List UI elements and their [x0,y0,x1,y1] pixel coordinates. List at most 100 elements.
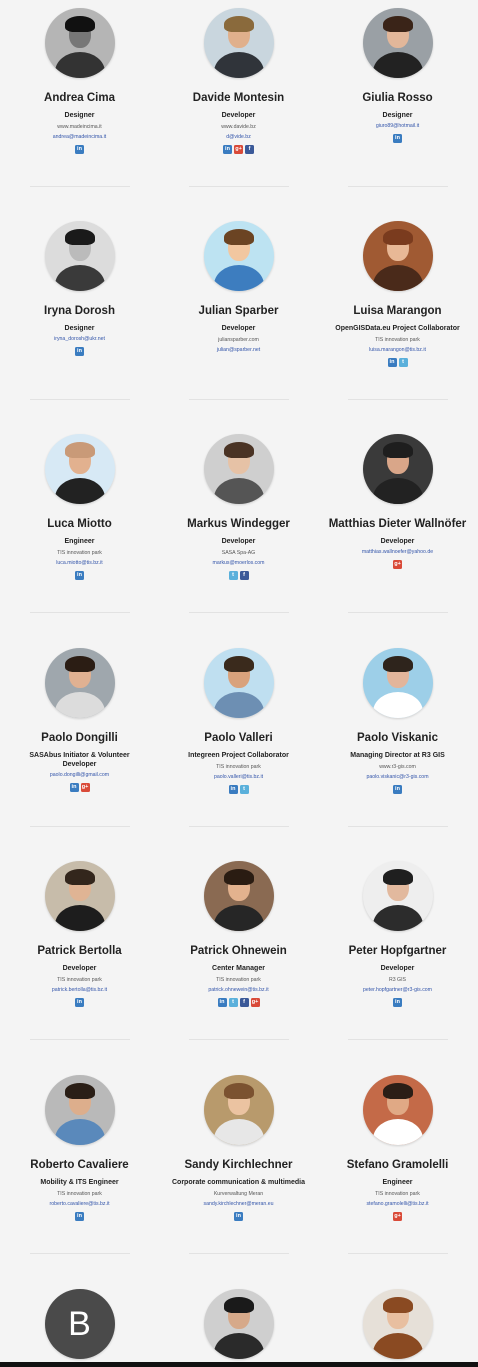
member-email-link[interactable]: giuro89@hotmail.it [318,123,477,130]
member-email-link[interactable]: luisa.marangon@tis.bz.it [318,347,477,354]
member-website[interactable]: www.davide.bz [159,124,318,131]
linkedin-icon[interactable]: in [393,134,402,143]
divider [30,612,130,613]
linkedin-icon[interactable]: in [223,145,232,154]
avatar[interactable] [44,861,115,931]
google-plus-icon[interactable]: g+ [80,783,90,792]
avatar[interactable] [44,1075,115,1145]
avatar[interactable] [203,1075,274,1145]
google-plus-icon[interactable]: g+ [250,998,260,1007]
member-email-link[interactable]: sandy.kirchlechner@meran.eu [159,1201,318,1208]
google-plus-icon[interactable]: g+ [393,1212,402,1221]
twitter-icon[interactable]: t [398,358,408,367]
avatar[interactable] [362,8,433,78]
divider [30,399,130,400]
avatar[interactable] [203,434,274,504]
linkedin-icon[interactable]: in [75,347,84,356]
linkedin-icon[interactable]: in [75,998,84,1007]
linkedin-icon[interactable]: in [75,1212,84,1221]
avatar-hair [382,442,413,458]
avatar[interactable] [362,221,433,291]
member-email-link[interactable]: peter.hopfgartner@r3-gis.com [318,987,477,994]
member-role: Designer [382,112,413,119]
linkedin-icon[interactable]: in [228,785,238,794]
google-plus-icon[interactable]: g+ [234,145,243,154]
avatar[interactable] [203,221,274,291]
twitter-icon[interactable]: t [239,785,249,794]
member-email-link[interactable]: paolo.viskanic@r3-gis.com [318,774,477,781]
avatar[interactable] [362,1075,433,1145]
member-email-link[interactable]: d@vide.bz [159,134,318,141]
member-name: Patrick Bertolla [37,945,122,957]
avatar[interactable] [362,648,433,718]
member-email-link[interactable]: roberto.cavaliere@tis.bz.it [0,1201,159,1208]
avatar[interactable]: B [44,1289,115,1359]
member-website[interactable]: www.r3-gis.com [318,764,477,771]
member-email-link[interactable]: markus@moerlos.com [159,560,318,567]
avatar-body [54,692,105,718]
linkedin-icon[interactable]: in [75,145,84,154]
divider [189,186,289,187]
facebook-icon[interactable]: f [245,145,254,154]
avatar[interactable] [44,434,115,504]
twitter-icon[interactable]: t [228,571,238,580]
linkedin-icon[interactable]: in [393,785,402,794]
member-name: Matthias Dieter Wallnöfer [328,518,467,530]
member-email-link[interactable]: luca.miotto@tis.bz.it [0,560,159,567]
member-role: Engineer [382,1179,413,1186]
avatar[interactable] [203,1289,274,1359]
member-organization: TIS innovation park [216,764,261,770]
avatar-hair [223,229,254,245]
team-member-card: Paolo Valleri Integreen Project Collabora… [159,648,318,794]
avatar-hair [223,442,254,458]
linkedin-icon[interactable]: in [75,571,84,580]
facebook-icon[interactable]: f [239,571,249,580]
member-email-link[interactable]: paolo.dongilli@gmail.com [0,772,159,779]
avatar-body [372,478,423,504]
member-website[interactable]: www.madeincima.it [0,124,159,131]
team-member-card: Patrick Ohnewein Center Manager TIS innova… [159,861,318,1007]
member-email-link[interactable]: patrick.bertolla@tis.bz.it [0,987,159,994]
member-organization: Kurverwaltung Meran [213,1191,264,1197]
avatar[interactable] [362,1289,433,1359]
divider [30,1039,130,1040]
avatar[interactable] [203,861,274,931]
avatar[interactable] [203,8,274,78]
member-email-link[interactable]: patrick.ohnewein@tis.bz.it [159,987,318,994]
member-name: Paolo Dongilli [41,732,118,744]
avatar[interactable] [44,8,115,78]
linkedin-icon[interactable]: in [387,358,397,367]
team-member-card: Stefano Gramolelli Engineer TIS innovation… [318,1075,477,1221]
member-email-link[interactable]: stefano.gramolelli@tis.bz.it [318,1201,477,1208]
social-links: in [0,145,159,154]
google-plus-icon[interactable]: g+ [393,560,402,569]
member-name: Patrick Ohnewein [190,945,287,957]
divider [189,826,289,827]
avatar[interactable] [203,648,274,718]
social-links: in t [318,358,477,367]
linkedin-icon[interactable]: in [69,783,79,792]
member-email-link[interactable]: andrea@madeincima.it [0,134,159,141]
avatar-hair [64,229,95,245]
member-role: Designer [64,112,95,119]
member-email-link[interactable]: julian@sparber.net [159,347,318,354]
twitter-icon[interactable]: t [228,998,238,1007]
team-member-card: Patrick Bertolla Developer TIS innovation … [0,861,159,1007]
avatar[interactable] [44,648,115,718]
avatar-hair [382,16,413,32]
linkedin-icon[interactable]: in [234,1212,243,1221]
member-website[interactable]: juliansparber.com [159,337,318,344]
member-email-link[interactable]: paolo.valleri@tis.bz.it [159,774,318,781]
social-links: g+ [318,1212,477,1221]
avatar-hair [223,656,254,672]
avatar[interactable] [362,861,433,931]
avatar[interactable] [362,434,433,504]
team-member-card [159,1289,318,1359]
member-email-link[interactable]: iryna_dorosh@ukr.net [0,336,159,343]
linkedin-icon[interactable]: in [393,998,402,1007]
avatar-hair [223,1083,254,1099]
member-email-link[interactable]: matthias.wallnoefer@yahoo.de [318,549,477,556]
linkedin-icon[interactable]: in [217,998,227,1007]
facebook-icon[interactable]: f [239,998,249,1007]
avatar[interactable] [44,221,115,291]
